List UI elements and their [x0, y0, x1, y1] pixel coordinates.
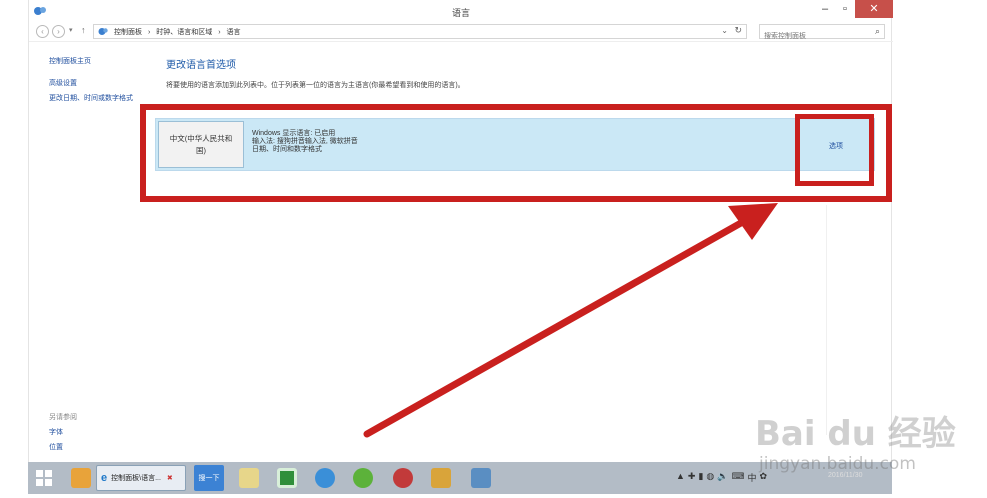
tray-icon[interactable]: ✚ [688, 471, 696, 484]
tray-expand-icon[interactable]: ▲ [676, 471, 685, 484]
page-description: 将要使用的语言添加到此列表中。位于列表第一位的语言为主语言(你最希望看到和使用的… [166, 82, 465, 89]
watermark: Bai du 经验 jingyan.baidu.com [755, 392, 956, 482]
language-details: Windows 显示语言: 已启用 输入法: 搜狗拼音输入法, 微软拼音 日期、… [252, 130, 358, 154]
taskbar-search-app[interactable]: 搜一下 [194, 465, 224, 491]
breadcrumb-control-panel[interactable]: 控制面板 [114, 29, 142, 36]
language-detail-line: 日期、时间和数字格式 [252, 146, 322, 153]
keyboard-icon[interactable]: ⌨ [732, 471, 745, 484]
advanced-settings-link[interactable]: 高级设置 [49, 78, 77, 88]
breadcrumb-separator[interactable]: › [148, 29, 150, 36]
recent-locations-button[interactable]: ▾ [69, 26, 73, 34]
language-detail-line: Windows 显示语言: 已启用 [252, 130, 336, 137]
taskbar-close-icon[interactable]: ✖ [167, 474, 173, 482]
window-title: 语言 [451, 8, 470, 18]
taskbar-window-label: 控制面板\语言... [111, 475, 161, 482]
forward-button[interactable]: › [52, 25, 65, 38]
change-date-time-format-link[interactable]: 更改日期、时间或数字格式 [49, 93, 133, 103]
minimize-button[interactable]: – [815, 0, 835, 18]
breadcrumb: 控制面板 › 时钟、语言和区域 › 语言 [114, 27, 245, 37]
green-app-icon[interactable] [274, 465, 300, 491]
file-explorer-icon[interactable] [236, 465, 262, 491]
taskbar-app-icon[interactable] [68, 465, 94, 491]
window-controls: – ▫ ✕ [815, 0, 893, 20]
tray-icon[interactable]: ◍ [706, 471, 714, 484]
back-button[interactable]: ‹ [36, 25, 49, 38]
watermark-url: jingyan.baidu.com [759, 454, 916, 474]
refresh-app-icon[interactable] [350, 465, 376, 491]
red-app-icon[interactable] [390, 465, 416, 491]
tray-icon[interactable]: ▮ [698, 471, 703, 484]
address-bar: ‹ › ▾ ↑ 控制面板 › 时钟、语言和区域 › 语言 ⌄ ↻ ⌕ [29, 22, 893, 43]
language-detail-line: 输入法: 搜狗拼音输入法, 微软拼音 [252, 138, 358, 145]
address-dropdown-icon[interactable]: ⌄ [721, 26, 728, 35]
monitor-app-icon[interactable] [468, 465, 494, 491]
title-bar: 语言 – ▫ ✕ [29, 0, 893, 22]
language-name: 中文(中华人民共和国) [158, 121, 244, 168]
location-link[interactable]: 位置 [49, 442, 63, 452]
address-field[interactable]: 控制面板 › 时钟、语言和区域 › 语言 ⌄ ↻ [93, 24, 747, 39]
breadcrumb-language[interactable]: 语言 [227, 29, 241, 36]
search-input[interactable] [760, 30, 860, 43]
navigation-pane: 控制面板主页 高级设置 更改日期、时间或数字格式 另请参阅 字体 位置 [29, 50, 149, 452]
language-options-link[interactable]: 选项 [829, 141, 843, 151]
refresh-icon[interactable]: ↻ [734, 25, 742, 36]
taskbar-ie-window[interactable]: e 控制面板\语言... ✖ [96, 465, 186, 491]
page-heading: 更改语言首选项 [166, 60, 236, 71]
volume-icon[interactable]: 🔊 [717, 471, 728, 484]
chart-app-icon[interactable] [428, 465, 454, 491]
search-icon[interactable]: ⌕ [875, 26, 880, 37]
watermark-logo: Bai du 经验 [755, 414, 956, 454]
start-button-icon[interactable] [36, 470, 52, 486]
qq-icon[interactable] [312, 465, 338, 491]
up-button[interactable]: ↑ [81, 25, 86, 35]
search-box[interactable]: ⌕ [759, 24, 885, 43]
maximize-button[interactable]: ▫ [835, 0, 855, 18]
breadcrumb-separator[interactable]: › [218, 29, 220, 36]
fonts-link[interactable]: 字体 [49, 427, 63, 437]
breadcrumb-clock-language-region[interactable]: 时钟、语言和区域 [156, 29, 212, 36]
ie-icon: e [101, 472, 108, 484]
language-list-item[interactable]: 中文(中华人民共和国) Windows 显示语言: 已启用 输入法: 搜狗拼音输… [155, 118, 875, 171]
close-button[interactable]: ✕ [855, 0, 893, 18]
see-also-heading: 另请参阅 [49, 414, 77, 421]
control-panel-home-link[interactable]: 控制面板主页 [49, 56, 91, 66]
system-tray: ▲ ✚ ▮ ◍ 🔊 ⌨ 中 ✿ [676, 471, 767, 484]
control-panel-small-icon [98, 28, 108, 35]
